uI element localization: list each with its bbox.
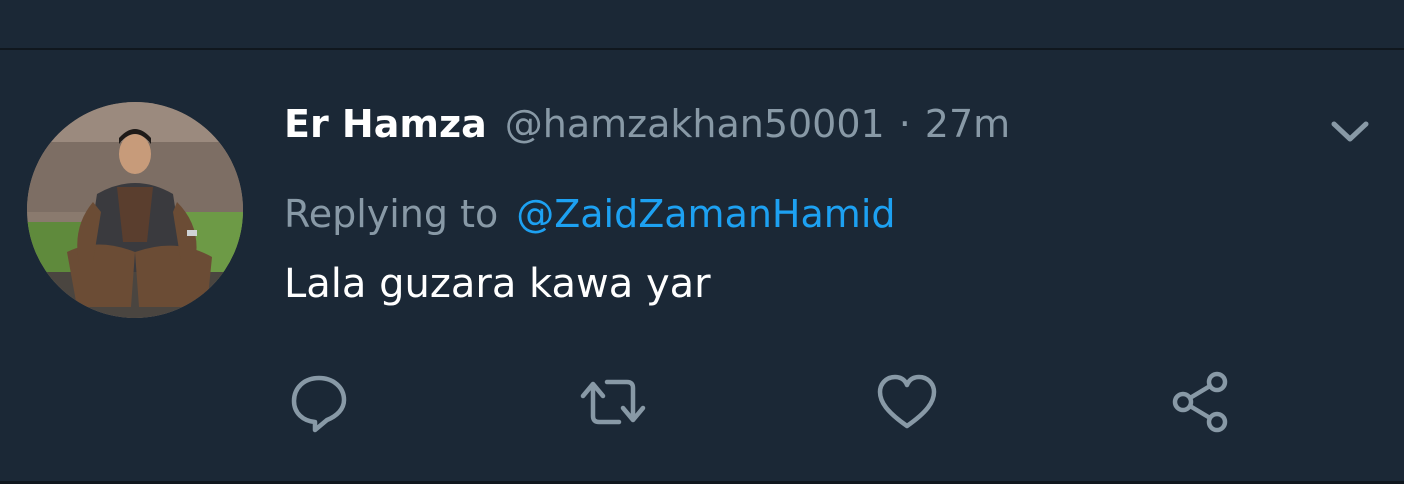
tweet-header: Er Hamza @hamzakhan50001 · 27m (284, 96, 1010, 152)
tweet-text: Lala guzara kawa yar (284, 261, 711, 307)
chevron-down-icon (1328, 118, 1372, 150)
replying-to-line: Replying to @ZaidZamanHamid (284, 186, 896, 242)
reply-target-link[interactable]: @ZaidZamanHamid (516, 192, 895, 236)
divider-top (0, 48, 1404, 50)
replying-to-label: Replying to (284, 192, 499, 236)
share-button[interactable] (1165, 366, 1237, 438)
tweet-page: Er Hamza @hamzakhan50001 · 27m Replying … (0, 0, 1404, 484)
tweet-menu-button[interactable] (1324, 112, 1376, 156)
reply-button[interactable] (283, 366, 355, 438)
avatar[interactable] (27, 102, 243, 318)
like-button[interactable] (871, 366, 943, 438)
share-icon (1169, 370, 1233, 434)
display-name[interactable]: Er Hamza (284, 102, 487, 146)
retweet-icon (577, 370, 649, 434)
retweet-button[interactable] (577, 366, 649, 438)
reply-bubble-icon (287, 370, 351, 434)
heart-icon (875, 372, 939, 432)
header-separator: · (898, 102, 911, 146)
timestamp[interactable]: 27m (925, 102, 1010, 146)
previous-tweet-area (0, 0, 1404, 48)
user-handle[interactable]: @hamzakhan50001 (505, 102, 885, 146)
